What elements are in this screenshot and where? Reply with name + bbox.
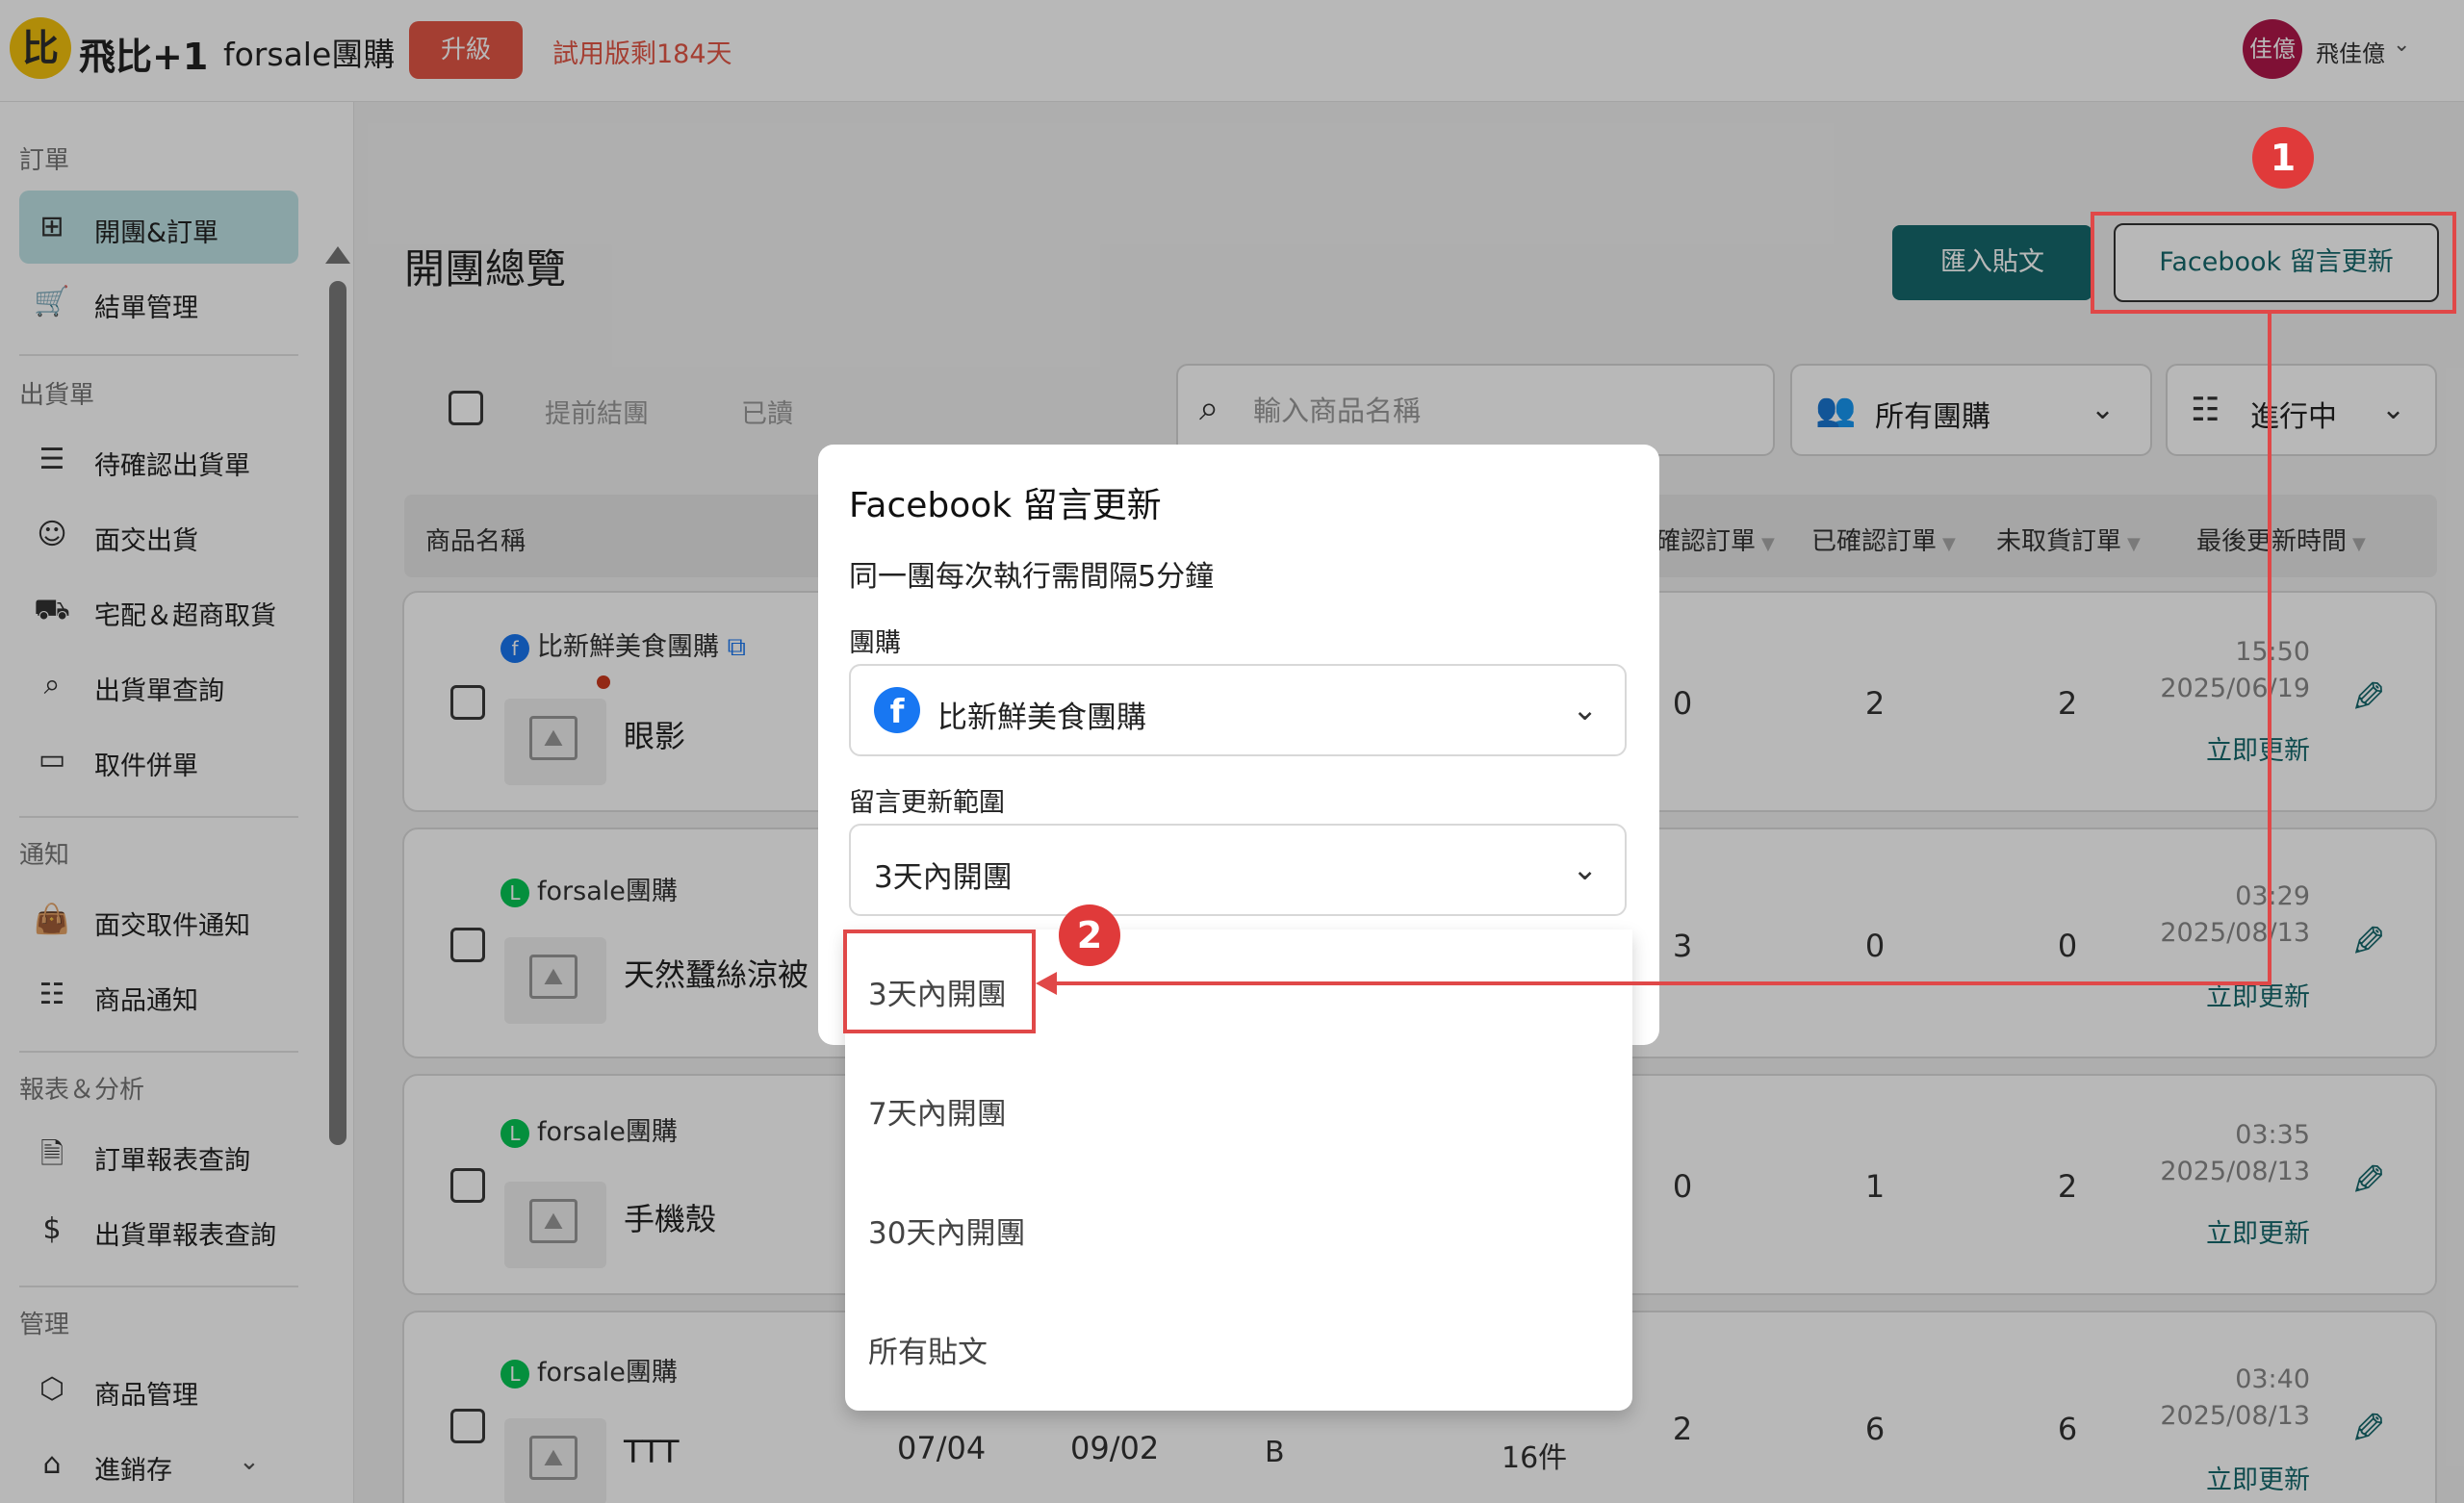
range-option-30-days[interactable]: 30天內開團 — [868, 1209, 1025, 1252]
annotation-arrow-icon — [1036, 972, 1057, 995]
group-select-label: 團購 — [849, 628, 901, 658]
chevron-down-icon: ⌄ — [1572, 851, 1598, 887]
range-option-7-days[interactable]: 7天內開團 — [868, 1089, 1007, 1133]
annotation-step-2: 2 — [1059, 904, 1120, 966]
group-select-value: 比新鮮美食團購 — [937, 701, 1146, 735]
modal-title: Facebook 留言更新 — [849, 486, 1162, 525]
range-option-all-posts[interactable]: 所有貼文 — [868, 1328, 988, 1371]
annotation-highlight-fb-button — [2091, 212, 2456, 314]
range-select-value: 3天內開團 — [874, 860, 1013, 895]
group-select[interactable]: f 比新鮮美食團購 ⌄ — [849, 664, 1627, 756]
range-select-label: 留言更新範圍 — [849, 788, 1005, 818]
chevron-down-icon: ⌄ — [1572, 691, 1598, 727]
annotation-connector-vertical — [2268, 314, 2272, 985]
annotation-step-1: 1 — [2252, 127, 2314, 189]
annotation-connector-horizontal — [1055, 981, 2272, 985]
modal-description: 同一團每次執行需間隔5分鐘 — [849, 560, 1215, 594]
range-select[interactable]: 3天內開團 ⌄ — [849, 824, 1627, 916]
annotation-highlight-option — [843, 930, 1036, 1033]
facebook-icon: f — [874, 687, 920, 733]
